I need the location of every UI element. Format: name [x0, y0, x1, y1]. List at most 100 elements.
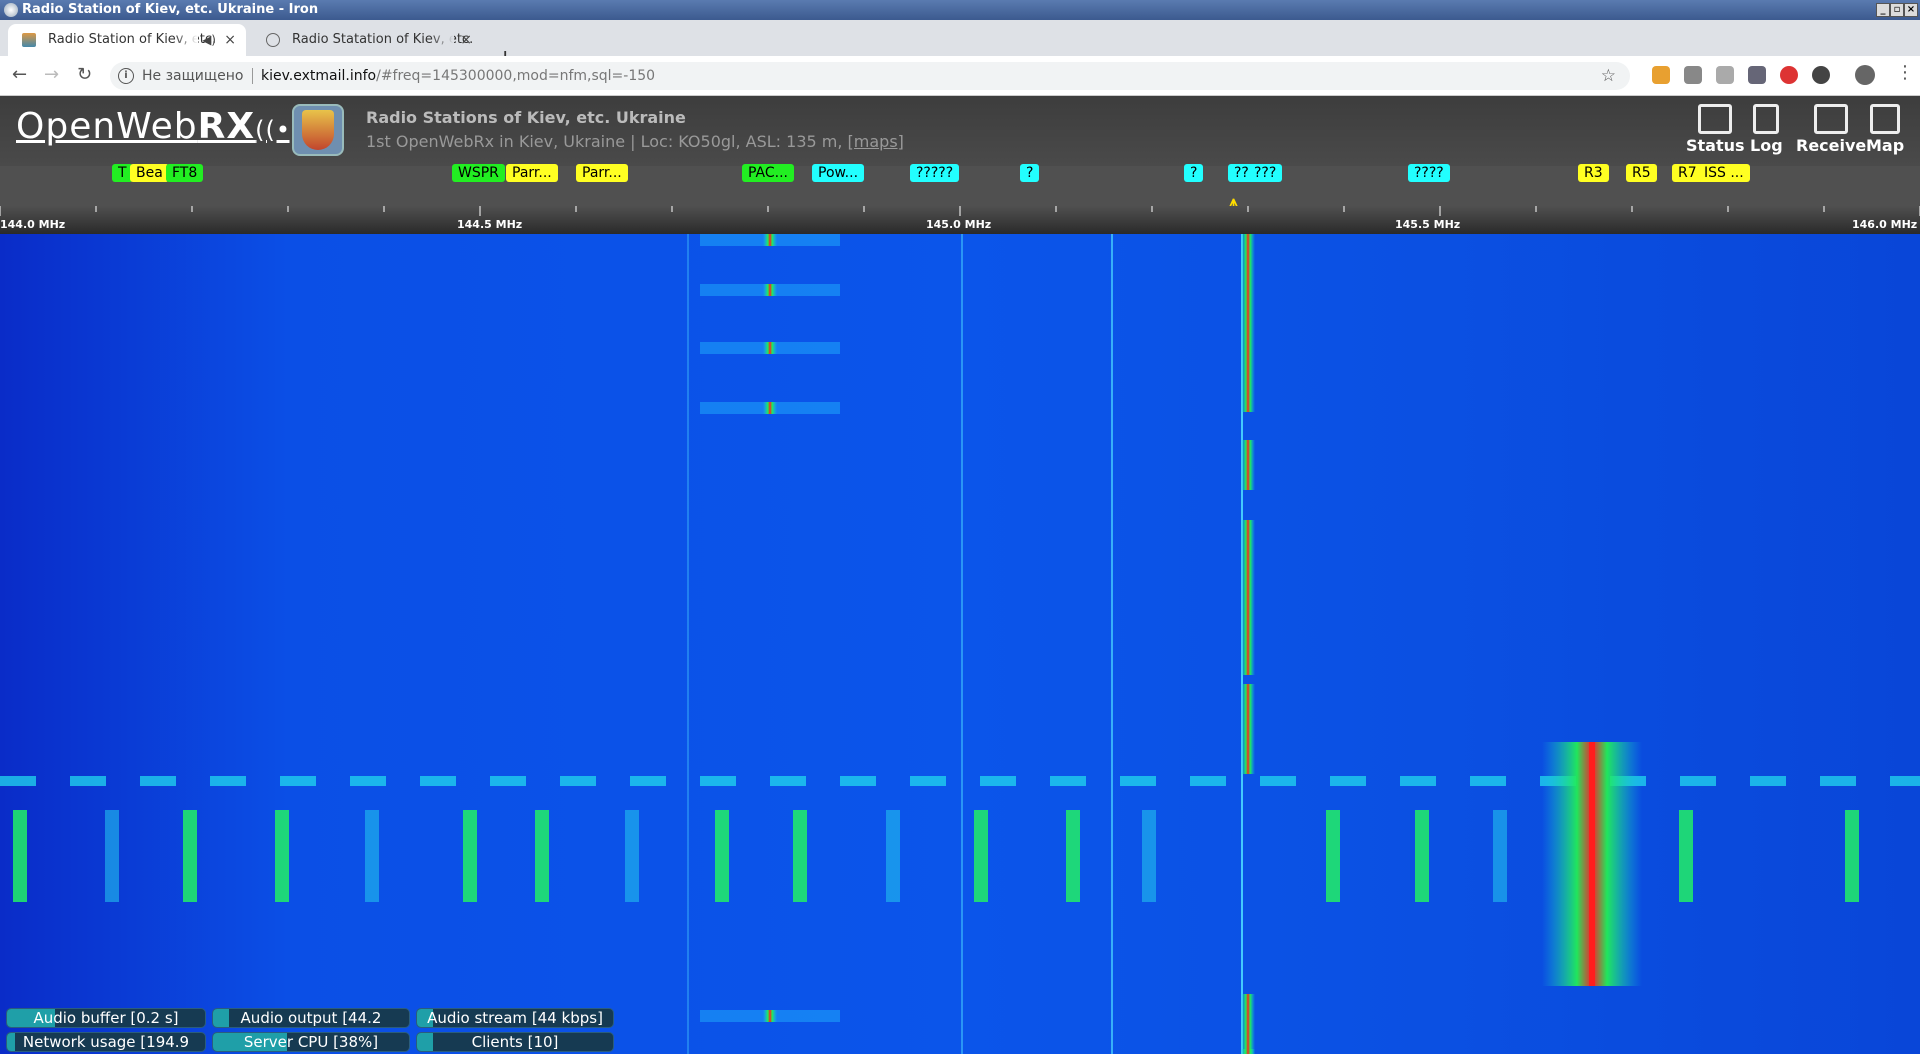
band-burst: [1750, 776, 1786, 786]
band-burst: [560, 776, 596, 786]
back-icon[interactable]: ←: [12, 64, 27, 86]
security-indicator[interactable]: Не защищено: [142, 62, 243, 90]
profile-icon[interactable]: [1855, 65, 1875, 85]
bookmark-ft8[interactable]: FT8: [166, 164, 204, 182]
carrier-line: [687, 234, 689, 1054]
signal-burst: [1241, 520, 1255, 675]
openwebrx-logo[interactable]: OpenWebRX((•)): [16, 106, 312, 147]
scale-label-146-0: 146.0 MHz: [1852, 218, 1918, 231]
site-favicon-icon: [22, 33, 36, 47]
frequency-scale[interactable]: 144.0 MHz 144.5 MHz 145.0 MHz 145.5 MHz …: [0, 206, 1920, 234]
band-burst: [140, 776, 176, 786]
band-burst: [840, 776, 876, 786]
bookmark-wspr[interactable]: WSPR: [452, 164, 505, 182]
periodic-signal: [183, 810, 197, 902]
minimize-icon[interactable]: _: [1876, 3, 1890, 17]
signal-burst: [1241, 440, 1255, 490]
scale-label-145-0: 145.0 MHz: [926, 218, 992, 231]
bookmark-iss[interactable]: ISS ...: [1698, 164, 1750, 182]
periodic-signal: [886, 810, 900, 902]
band-burst: [70, 776, 106, 786]
bookmark-packet[interactable]: PAC...: [742, 164, 795, 182]
extension-house-icon[interactable]: [1748, 66, 1766, 84]
bookmark-unknown-2[interactable]: ?: [1020, 164, 1040, 182]
menu-icon[interactable]: ⋮: [1896, 62, 1914, 83]
periodic-signal: [625, 810, 639, 902]
bookmark-parrot-2[interactable]: Parr...: [576, 164, 628, 182]
periodic-signal: [1326, 810, 1340, 902]
bookmark-parrot-1[interactable]: Parr...: [506, 164, 558, 182]
extension-icon[interactable]: [1780, 66, 1798, 84]
clients-bar: Clients [10]: [416, 1032, 614, 1052]
band-burst: [1120, 776, 1156, 786]
band-burst: [0, 776, 36, 786]
signal-burst: [1241, 1049, 1255, 1054]
periodic-signal: [793, 810, 807, 902]
band-burst: [420, 776, 456, 786]
bookmark-beacon[interactable]: Bea: [130, 164, 169, 182]
periodic-signal: [1845, 810, 1859, 902]
periodic-signal: [1679, 810, 1693, 902]
periodic-signal: [1493, 810, 1507, 902]
periodic-signal: [13, 810, 27, 902]
speaker-icon[interactable]: ◀): [202, 24, 216, 56]
globe-icon: [266, 33, 280, 47]
extension-icon[interactable]: [1716, 66, 1734, 84]
extension-icon[interactable]: [1812, 66, 1830, 84]
address-bar[interactable]: i Не защищено kiev.extmail.info/#freq=14…: [110, 62, 1630, 90]
receive-button[interactable]: Receive: [1796, 104, 1866, 155]
window-titlebar: Radio Station of Kiev, etc. Ukraine - Ir…: [0, 0, 1920, 20]
bookmark-r3[interactable]: R3: [1578, 164, 1609, 182]
bookmark-unknown-6[interactable]: ????: [1408, 164, 1450, 182]
band-burst: [350, 776, 386, 786]
periodic-signal: [1415, 810, 1429, 902]
map-button[interactable]: Map: [1866, 104, 1904, 155]
periodic-signal: [535, 810, 549, 902]
bookmark-unknown-5[interactable]: ???: [1248, 164, 1283, 182]
log-button[interactable]: Log: [1750, 104, 1783, 155]
browser-app-icon: [4, 3, 18, 17]
url-text[interactable]: kiev.extmail.info/#freq=145300000,mod=nf…: [261, 62, 655, 90]
bookmark-unknown-1[interactable]: ?????: [910, 164, 960, 182]
band-burst: [630, 776, 666, 786]
reload-icon[interactable]: ↻: [77, 64, 92, 86]
signal-burst: [1241, 684, 1255, 774]
periodic-signal: [463, 810, 477, 902]
bookmark-star-icon[interactable]: ☆: [1601, 62, 1616, 90]
tab-radio-station-2[interactable]: Radio Statation of Kiev, etc. ×: [252, 24, 482, 56]
periodic-signal: [974, 810, 988, 902]
extension-icon[interactable]: [1652, 66, 1670, 84]
bookmark-pow[interactable]: Pow...: [812, 164, 865, 182]
status-icon: [1698, 104, 1733, 134]
window-title: Radio Station of Kiev, etc. Ukraine - Ir…: [22, 2, 319, 17]
periodic-signal: [275, 810, 289, 902]
band-burst: [280, 776, 316, 786]
tab-radio-station-1[interactable]: Radio Station of Kiev, etc. ◀) ×: [8, 24, 246, 56]
maps-link[interactable]: [maps]: [848, 132, 904, 151]
scale-label-144-5: 144.5 MHz: [457, 218, 523, 231]
maximize-icon[interactable]: ▫: [1890, 3, 1904, 17]
band-burst: [1890, 776, 1920, 786]
carrier-line: [1111, 234, 1113, 1054]
audio-output-bar: Audio output [44.2: [212, 1008, 410, 1028]
audio-buffer-bar: Audio buffer [0.2 s]: [6, 1008, 206, 1028]
info-icon[interactable]: i: [118, 68, 134, 84]
close-tab-icon[interactable]: ×: [460, 24, 472, 56]
log-icon: [1753, 104, 1780, 134]
band-burst: [980, 776, 1016, 786]
packet-burst-core: [763, 1010, 777, 1022]
map-icon: [1870, 104, 1901, 134]
periodic-signal: [715, 810, 729, 902]
bookmark-r5[interactable]: R5: [1626, 164, 1657, 182]
waterfall-display[interactable]: [0, 234, 1920, 1054]
band-burst: [210, 776, 246, 786]
bookmark-unknown-3[interactable]: ?: [1184, 164, 1204, 182]
status-button[interactable]: Status: [1686, 104, 1745, 155]
receiver-header: OpenWebRX((•)) Radio Stations of Kiev, e…: [0, 96, 1920, 166]
close-tab-icon[interactable]: ×: [224, 24, 236, 56]
extension-shield-icon[interactable]: [1684, 66, 1702, 84]
tab-strip: Radio Station of Kiev, etc. ◀) × Radio S…: [0, 20, 1920, 71]
close-window-icon[interactable]: ×: [1904, 3, 1918, 17]
forward-icon[interactable]: →: [44, 64, 59, 86]
band-burst: [700, 776, 736, 786]
